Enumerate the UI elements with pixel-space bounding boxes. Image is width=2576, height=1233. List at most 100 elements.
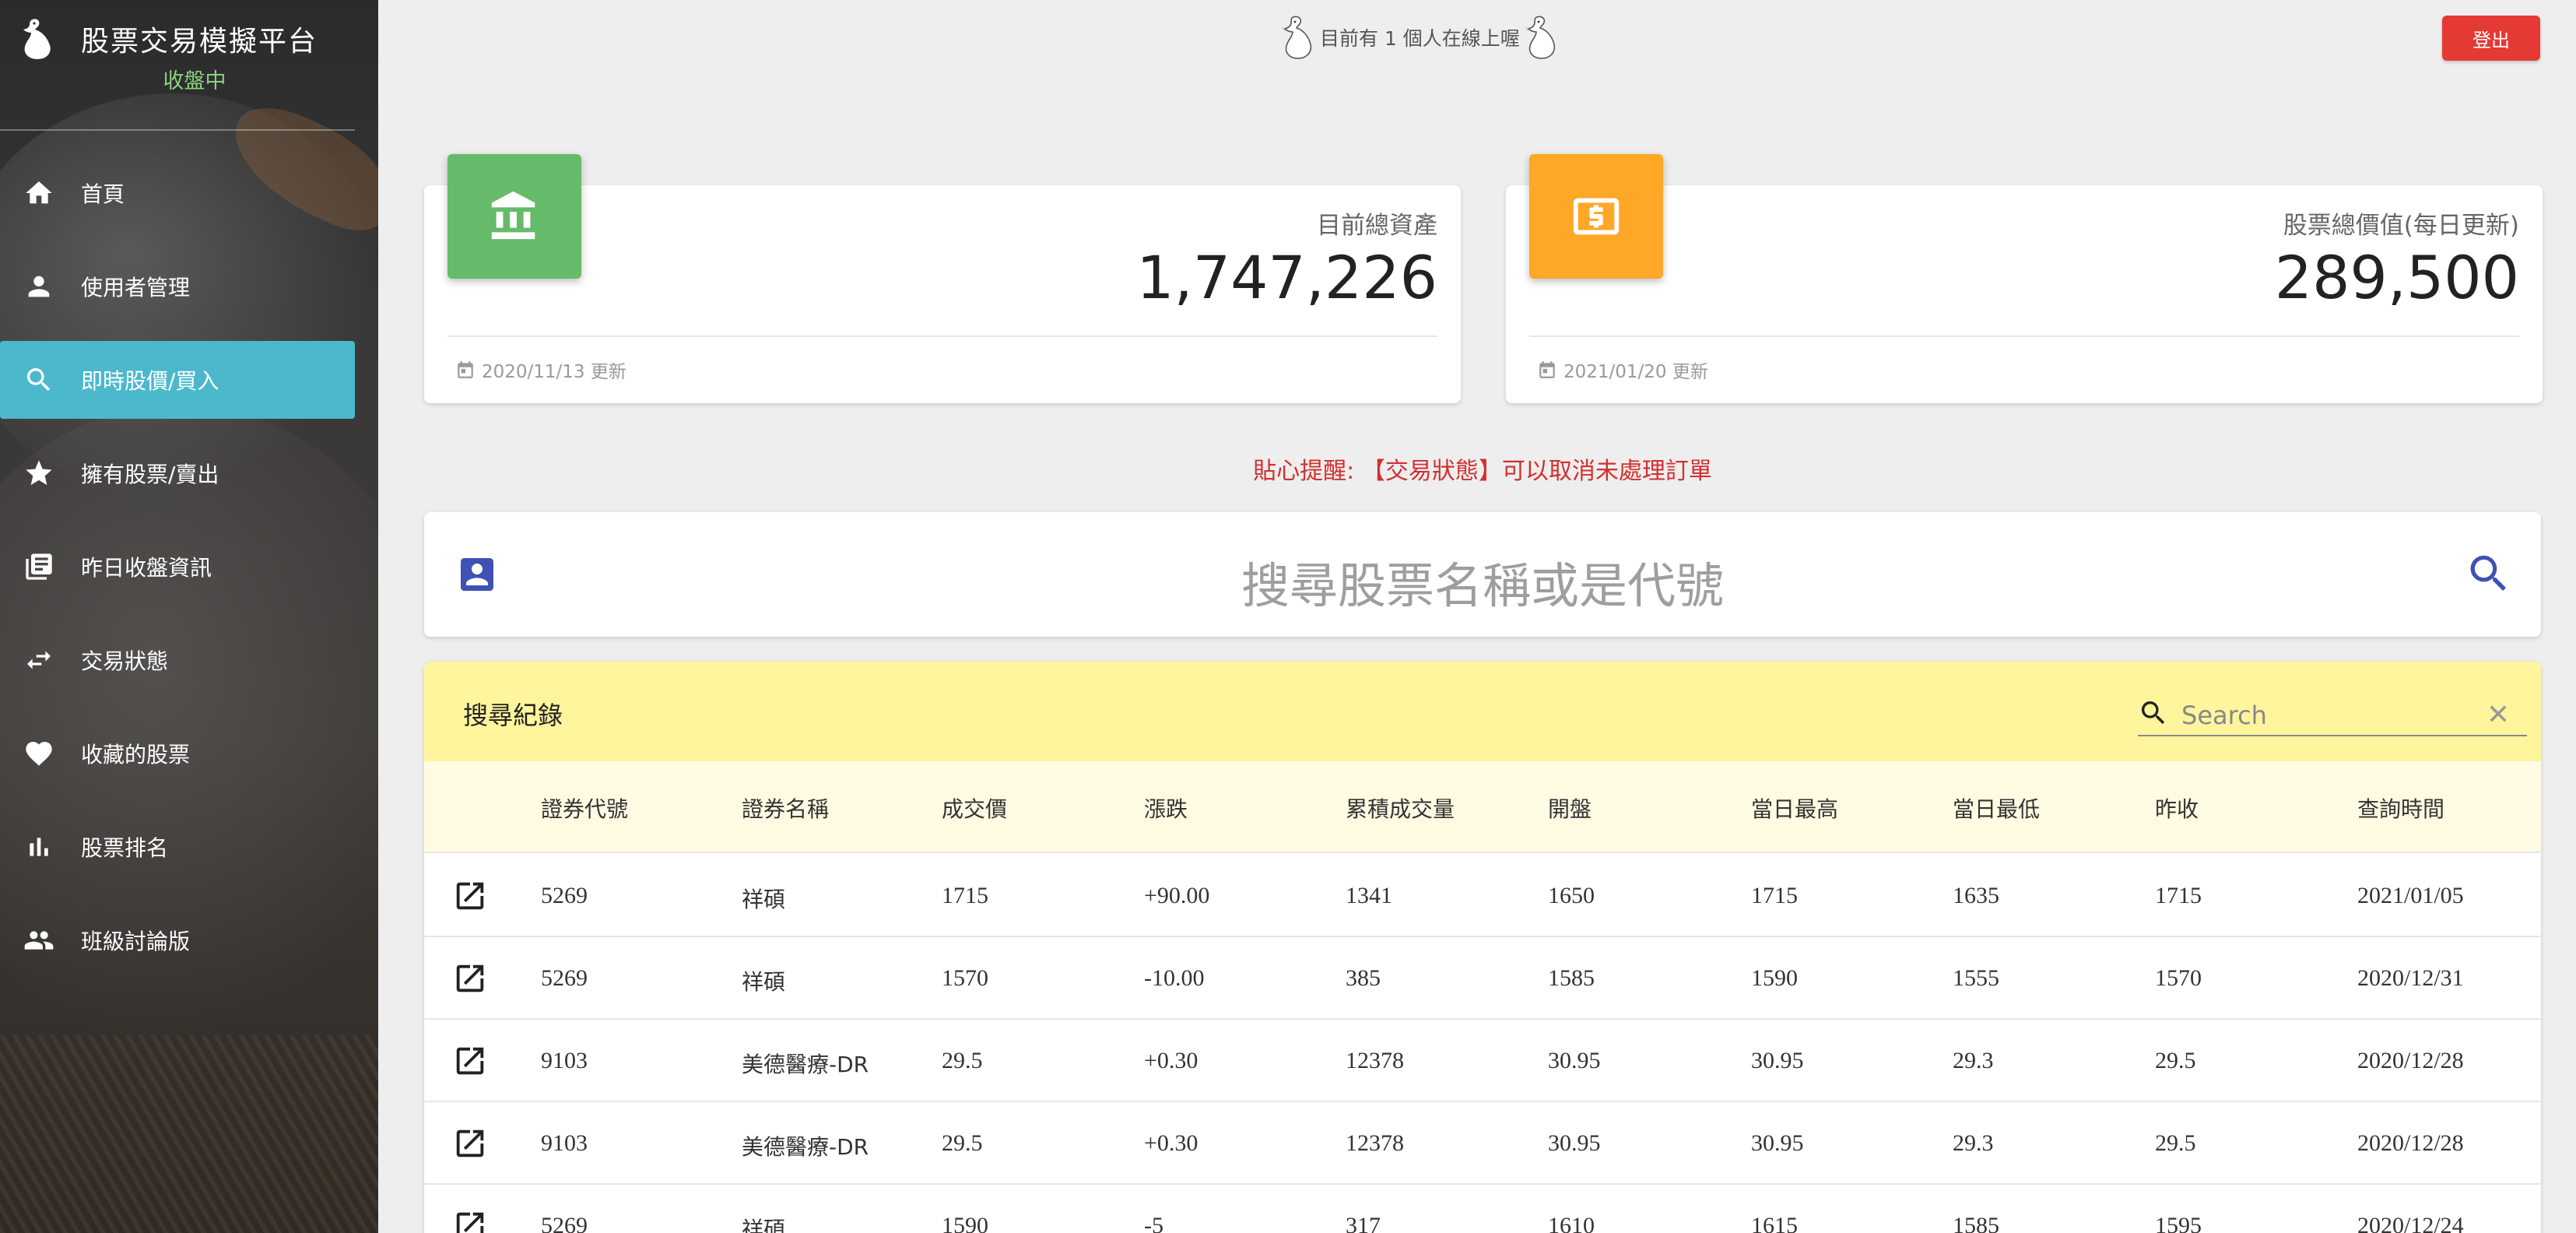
sidebar-item-favorites[interactable]: 收藏的股票 (0, 715, 355, 792)
search-history-card: 搜尋紀錄 Search ✕ 證券代號 證券名稱 成交價 漲跌 累積成交量 開盤 … (424, 662, 2541, 1233)
sidebar-item-label: 收藏的股票 (81, 742, 191, 768)
calendar-icon (458, 361, 473, 378)
table-cell: 1585 (1548, 965, 1595, 991)
table-cell: 30.95 (1548, 1130, 1601, 1156)
sidebar-item-label: 交易狀態 (81, 648, 169, 674)
table-cell: 29.5 (942, 1048, 983, 1073)
table-cell: 385 (1346, 965, 1381, 991)
table-cell: 2020/12/28 (2357, 1048, 2464, 1073)
total-assets-value: 1,747,226 (1136, 243, 1437, 312)
duck-logo-icon[interactable] (20, 17, 54, 61)
sidebar-background-nest (0, 1035, 378, 1233)
table-cell: 29.5 (2155, 1130, 2196, 1156)
open-in-new-icon[interactable] (452, 1208, 488, 1233)
table-cell: 9103 (541, 1048, 588, 1073)
bank-icon (447, 154, 581, 279)
table-cell: 1590 (942, 1213, 988, 1233)
table-cell: 美德醫療-DR (742, 1052, 869, 1077)
sidebar-item-class-forum[interactable]: 班級討論版 (0, 901, 355, 979)
table-cell: 12378 (1346, 1048, 1404, 1073)
sidebar-item-ranking[interactable]: 股票排名 (0, 808, 355, 886)
table-cell: 祥碩 (742, 1217, 786, 1233)
sidebar-item-realtime-buy[interactable]: 即時股價/買入 (0, 341, 355, 419)
app-title: 股票交易模擬平台 (81, 26, 318, 58)
bar-chart-icon (22, 830, 56, 864)
market-status: 收盤中 (163, 69, 226, 93)
duck-icon (1525, 16, 1555, 59)
search-history-title: 搜尋紀錄 (463, 701, 563, 730)
search-icon (22, 363, 56, 397)
open-in-new-icon[interactable] (452, 961, 488, 996)
sidebar-item-yesterday-close[interactable]: 昨日收盤資訊 (0, 528, 355, 606)
star-icon (22, 456, 56, 490)
column-header[interactable]: 查詢時間 (2357, 792, 2444, 824)
table-cell: 29.3 (1953, 1130, 1994, 1156)
table-cell: 9103 (541, 1130, 588, 1156)
person-icon (22, 269, 56, 304)
sidebar-item-label: 即時股價/買入 (81, 368, 219, 394)
table-cell: 1585 (1953, 1213, 1999, 1233)
divider (1529, 335, 2519, 337)
stock-value-value: 289,500 (2274, 243, 2519, 312)
table-cell: 5269 (541, 1213, 588, 1233)
column-header[interactable]: 證券代號 (541, 792, 628, 824)
table-cell: 1555 (1953, 965, 1999, 991)
sidebar-item-home[interactable]: 首頁 (0, 154, 355, 232)
logout-button[interactable]: 登出 (2442, 16, 2540, 61)
online-users-text: 目前有 1 個人在線上喔 (1320, 27, 1520, 50)
table-cell: 1595 (2155, 1213, 2202, 1233)
table-row[interactable]: 9103 美德醫療-DR 29.5 +0.30 12378 30.95 30.95 29.3 2… (424, 1102, 2541, 1185)
sidebar-item-user-management[interactable]: 使用者管理 (0, 248, 355, 325)
search-icon[interactable] (2465, 550, 2513, 598)
clear-icon[interactable]: ✕ (2487, 699, 2510, 731)
table-cell: 29.5 (942, 1130, 983, 1156)
duck-icon (1282, 16, 1312, 59)
brand-divider (0, 129, 355, 131)
table-cell: 1570 (942, 965, 988, 991)
sidebar-item-label: 昨日收盤資訊 (81, 555, 212, 581)
table-cell: 5269 (541, 965, 588, 991)
table-cell: 1341 (1346, 883, 1392, 908)
table-cell: 2020/12/31 (2357, 965, 2464, 991)
stock-search-input[interactable]: 搜尋股票名稱或是代號 (424, 546, 2541, 616)
divider (447, 335, 1437, 337)
table-row[interactable]: 9103 美德醫療-DR 29.5 +0.30 12378 30.95 30.95 29.3 2… (424, 1020, 2541, 1102)
column-header[interactable]: 當日最高 (1751, 792, 1838, 824)
stock-value-label: 股票總價值(每日更新) (2283, 212, 2519, 240)
table-cell: 30.95 (1548, 1048, 1601, 1073)
table-cell: 1635 (1953, 883, 1999, 908)
table-row[interactable]: 5269 祥碩 1570 -10.00 385 1585 1590 1555 1570 2020/… (424, 937, 2541, 1020)
sidebar-item-label: 股票排名 (81, 835, 169, 861)
sidebar-item-owned-sell[interactable]: 擁有股票/賣出 (0, 434, 355, 512)
column-header[interactable]: 證券名稱 (742, 792, 829, 824)
stock-value-card: 股票總價值(每日更新) 289,500 2021/01/20 更新 (1506, 154, 2543, 403)
column-header[interactable]: 昨收 (2155, 792, 2199, 824)
table-cell: 5269 (541, 883, 588, 908)
column-header[interactable]: 累積成交量 (1346, 792, 1455, 824)
column-header[interactable]: 成交價 (942, 792, 1007, 824)
table-cell: 1570 (2155, 965, 2202, 991)
sidebar-item-trade-status[interactable]: 交易狀態 (0, 621, 355, 699)
sidebar-item-label: 首頁 (81, 181, 125, 207)
table-row[interactable]: 5269 祥碩 1590 -5 317 1610 1615 1585 1595 2020/12/2… (424, 1185, 2541, 1233)
column-header[interactable]: 開盤 (1548, 792, 1592, 824)
table-cell: +90.00 (1144, 883, 1210, 908)
table-row[interactable]: 5269 祥碩 1715 +90.00 1341 1650 1715 1635 1715 2021… (424, 855, 2541, 937)
open-in-new-icon[interactable] (452, 1043, 488, 1079)
open-in-new-icon[interactable] (452, 878, 488, 914)
sidebar: 股票交易模擬平台 收盤中 首頁 使用者管理 即時股價/買入 擁有股票/賣出 昨日… (0, 0, 378, 1233)
stock-search-box[interactable]: 搜尋股票名稱或是代號 (424, 512, 2541, 637)
library-books-icon (22, 550, 56, 584)
tip-message: 貼心提醒: 【交易狀態】可以取消未處理訂單 (1253, 458, 1712, 485)
table-cell: 2020/12/28 (2357, 1130, 2464, 1156)
total-assets-updated: 2020/11/13 更新 (455, 357, 626, 383)
column-header[interactable]: 漲跌 (1144, 792, 1188, 824)
table-cell: 1610 (1548, 1213, 1595, 1233)
column-header[interactable]: 當日最低 (1953, 792, 2040, 824)
open-in-new-icon[interactable] (452, 1126, 488, 1161)
table-cell: 美德醫療-DR (742, 1134, 869, 1160)
table-cell: 1615 (1751, 1213, 1798, 1233)
sidebar-item-label: 班級討論版 (81, 929, 191, 954)
table-cell: -10.00 (1144, 965, 1205, 991)
history-search-input[interactable]: Search ✕ (2138, 693, 2527, 736)
